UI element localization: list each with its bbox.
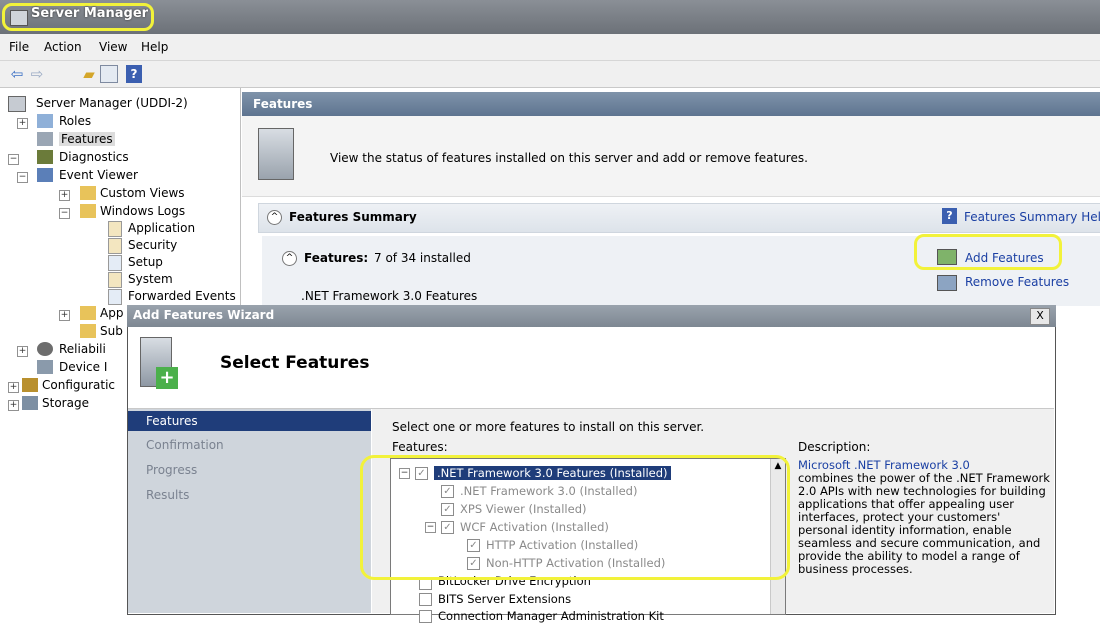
expand-configuration[interactable]: + (8, 382, 19, 393)
wizard-steps: Features Confirmation Progress Results (128, 409, 371, 613)
show-hide-tree-icon[interactable] (100, 65, 118, 83)
remove-features-icon (937, 275, 957, 291)
tree-item-event-viewer[interactable]: Event Viewer (59, 168, 138, 182)
features-description: View the status of features installed on… (330, 151, 808, 165)
menu-help[interactable]: Help (141, 40, 168, 54)
expand-roles[interactable]: + (17, 118, 28, 129)
help-icon[interactable]: ? (942, 208, 957, 224)
step-confirmation[interactable]: Confirmation (128, 435, 371, 455)
step-features[interactable]: Features (128, 411, 371, 431)
menu-bar: File Action View Help (0, 34, 1100, 61)
tree-item-security[interactable]: Security (128, 238, 177, 252)
tree-item-configuration-partial[interactable]: Configuratic (42, 378, 115, 392)
wizard-heading: Select Features (220, 353, 370, 373)
description-label: Description: (798, 440, 871, 454)
tree-item-application[interactable]: Application (128, 221, 195, 235)
features-installed-count: 7 of 34 installed (374, 251, 471, 265)
features-label: Features: (304, 251, 369, 265)
server-manager-icon (10, 10, 28, 26)
toolbar: ⇦ ⇨ ▰ ? (0, 61, 1100, 88)
log-icon (108, 289, 122, 305)
add-features-link[interactable]: Add Features (965, 251, 1044, 265)
tree-item-storage[interactable]: Storage (42, 396, 89, 410)
forward-arrow-icon[interactable]: ⇨ (28, 65, 46, 83)
folder-icon (80, 306, 96, 320)
tree-item-server-manager[interactable]: Server Manager (UDDI-2) (36, 96, 188, 110)
features-summary-title: Features Summary (289, 210, 417, 224)
feature-connection-manager[interactable]: Connection Manager Administration Kit (438, 609, 664, 623)
reliability-icon (37, 342, 53, 356)
tree-item-subscriptions-partial[interactable]: Sub (100, 324, 123, 338)
tree-item-custom-views[interactable]: Custom Views (100, 186, 185, 200)
wizard-title: Add Features Wizard (133, 308, 275, 322)
expand-custom-views[interactable]: + (59, 190, 70, 201)
tree-item-roles[interactable]: Roles (59, 114, 91, 128)
bits-checkbox[interactable] (419, 593, 432, 606)
device-manager-icon (37, 360, 53, 374)
remove-features-link[interactable]: Remove Features (965, 275, 1069, 289)
title-bar: Server Manager (0, 0, 1100, 34)
tree-item-features[interactable]: Features (59, 132, 115, 146)
storage-icon (22, 396, 38, 410)
folder-icon (80, 186, 96, 200)
plus-icon: + (156, 367, 178, 389)
description-text: combines the power of the .NET Framework… (798, 471, 1050, 576)
server-icon (8, 96, 26, 112)
roles-icon (37, 114, 53, 128)
connection-manager-checkbox[interactable] (419, 610, 432, 623)
folder-icon (80, 204, 96, 218)
step-results[interactable]: Results (128, 485, 371, 505)
installed-features-highlight (360, 455, 790, 580)
collapse-event-viewer[interactable]: − (17, 172, 28, 183)
back-arrow-icon[interactable]: ⇦ (8, 65, 26, 83)
collapse-diagnostics[interactable]: − (8, 154, 19, 165)
description-link[interactable]: Microsoft .NET Framework 3.0 (798, 458, 970, 472)
tree-item-setup[interactable]: Setup (128, 255, 163, 269)
features-summary-help-link[interactable]: Features Summary Help (964, 210, 1100, 224)
configuration-icon (22, 378, 38, 392)
wizard-instruction: Select one or more features to install o… (392, 420, 705, 434)
expand-applications-logs[interactable]: + (59, 310, 70, 321)
wizard-title-bar: Add Features Wizard X (127, 305, 1056, 327)
tree-item-system[interactable]: System (128, 272, 173, 286)
diagnostics-icon (37, 150, 53, 164)
features-large-icon (258, 128, 294, 180)
first-feature-name: .NET Framework 3.0 Features (301, 289, 478, 303)
add-features-icon (937, 249, 957, 265)
expand-storage[interactable]: + (8, 400, 19, 411)
wizard-header: + Select Features (128, 327, 1054, 409)
features-list-label: Features: (392, 440, 448, 454)
log-icon (108, 238, 122, 254)
help-icon[interactable]: ? (126, 65, 142, 83)
tree-item-diagnostics[interactable]: Diagnostics (59, 150, 129, 164)
log-icon (108, 255, 122, 271)
collapse-features-button[interactable]: ^ (282, 251, 297, 266)
step-progress[interactable]: Progress (128, 460, 371, 480)
menu-view[interactable]: View (99, 40, 127, 54)
menu-file[interactable]: File (9, 40, 29, 54)
log-icon (108, 221, 122, 237)
tree-item-forwarded-events[interactable]: Forwarded Events (128, 289, 236, 303)
features-icon (37, 132, 53, 146)
subscriptions-icon (80, 324, 96, 338)
tree-item-windows-logs[interactable]: Windows Logs (100, 204, 185, 218)
collapse-summary-button[interactable]: ^ (267, 210, 282, 225)
menu-action[interactable]: Action (44, 40, 82, 54)
tree-item-reliability-partial[interactable]: Reliabili (59, 342, 106, 356)
tree-item-applications-partial[interactable]: App (100, 306, 123, 320)
feature-bits[interactable]: BITS Server Extensions (438, 592, 571, 606)
event-viewer-icon (37, 168, 53, 182)
close-button[interactable]: X (1030, 308, 1050, 325)
expand-reliability[interactable]: + (17, 346, 28, 357)
log-icon (108, 272, 122, 288)
tree-item-device-partial[interactable]: Device I (59, 360, 107, 374)
up-folder-icon[interactable]: ▰ (80, 65, 98, 83)
window-title: Server Manager (31, 6, 149, 21)
collapse-windows-logs[interactable]: − (59, 208, 70, 219)
features-header: Features (242, 92, 1100, 116)
